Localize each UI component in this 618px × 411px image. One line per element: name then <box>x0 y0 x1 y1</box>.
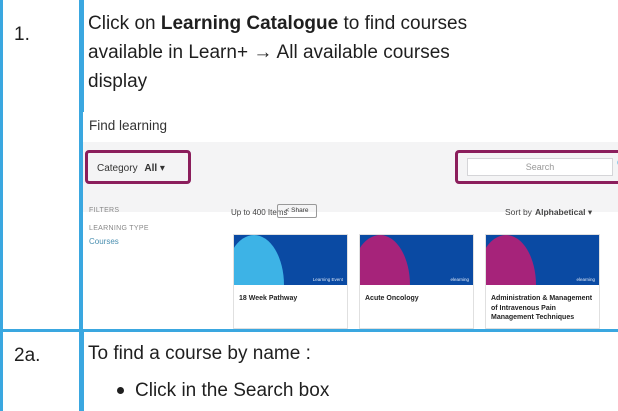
chevron-down-icon: ▾ <box>159 163 165 174</box>
page-title: Find learning <box>89 118 168 133</box>
step-number-2a: 2a. <box>14 345 41 366</box>
share-button[interactable]: < Share <box>277 204 317 218</box>
step-2a-intro: To find a course by name : <box>88 343 311 364</box>
card-type-label: Learning Event <box>312 277 343 282</box>
filters-heading: FILTERS <box>89 207 120 214</box>
card-accent-shape <box>360 235 410 285</box>
step-1-line-2: available in Learn+ → All available cour… <box>88 42 450 63</box>
card-accent-shape <box>234 235 284 285</box>
card-title: 18 Week Pathway <box>239 295 298 302</box>
category-value: All <box>144 163 158 174</box>
instruction-document: 1. Click on Learning Catalogue to find c… <box>0 0 618 411</box>
learning-type-heading: LEARNING TYPE <box>89 225 149 232</box>
card-type-label: elearning <box>576 277 595 282</box>
sort-dropdown[interactable]: Sort by Alphabetical ▾ <box>505 207 592 218</box>
chevron-down-icon: ▾ <box>587 207 593 217</box>
search-highlight: Search Q <box>455 150 618 184</box>
find-learning-screenshot: Find learning Category All ▾ Search Q FI… <box>83 112 618 329</box>
learning-catalogue-emphasis: Learning Catalogue <box>160 13 339 34</box>
step-1-line-1: Click on Learning Catalogue to find cour… <box>88 13 468 34</box>
right-arrow-icon: → <box>253 42 273 63</box>
course-card[interactable]: elearning Acute Oncology <box>359 234 474 329</box>
card-banner: elearning <box>360 235 473 285</box>
step-1-line-3: display <box>88 71 148 92</box>
bullet-point <box>117 387 124 394</box>
sort-value: Alphabetical <box>534 207 586 217</box>
category-dropdown[interactable]: Category All ▾ <box>85 150 191 184</box>
step-2a-bullet: Click in the Search box <box>135 380 330 401</box>
card-banner: Learning Event <box>234 235 347 285</box>
step-1-instruction: Click on Learning Catalogue to find cour… <box>88 9 467 96</box>
card-banner: elearning <box>486 235 599 285</box>
card-title: Acute Oncology <box>365 295 419 302</box>
course-card[interactable]: Learning Event 18 Week Pathway <box>233 234 348 329</box>
courses-filter-link[interactable]: Courses <box>89 237 119 246</box>
card-type-label: elearning <box>450 277 469 282</box>
category-label: Category <box>97 163 138 174</box>
card-accent-shape <box>486 235 536 285</box>
card-title: Administration & Management of Intraveno… <box>491 295 593 321</box>
course-card[interactable]: elearning Administration & Management of… <box>485 234 600 329</box>
step-number-1: 1. <box>14 24 30 45</box>
sort-label: Sort by <box>505 207 532 217</box>
table-row-divider <box>0 329 618 332</box>
search-input[interactable]: Search <box>467 158 613 176</box>
table-left-border <box>0 0 3 411</box>
